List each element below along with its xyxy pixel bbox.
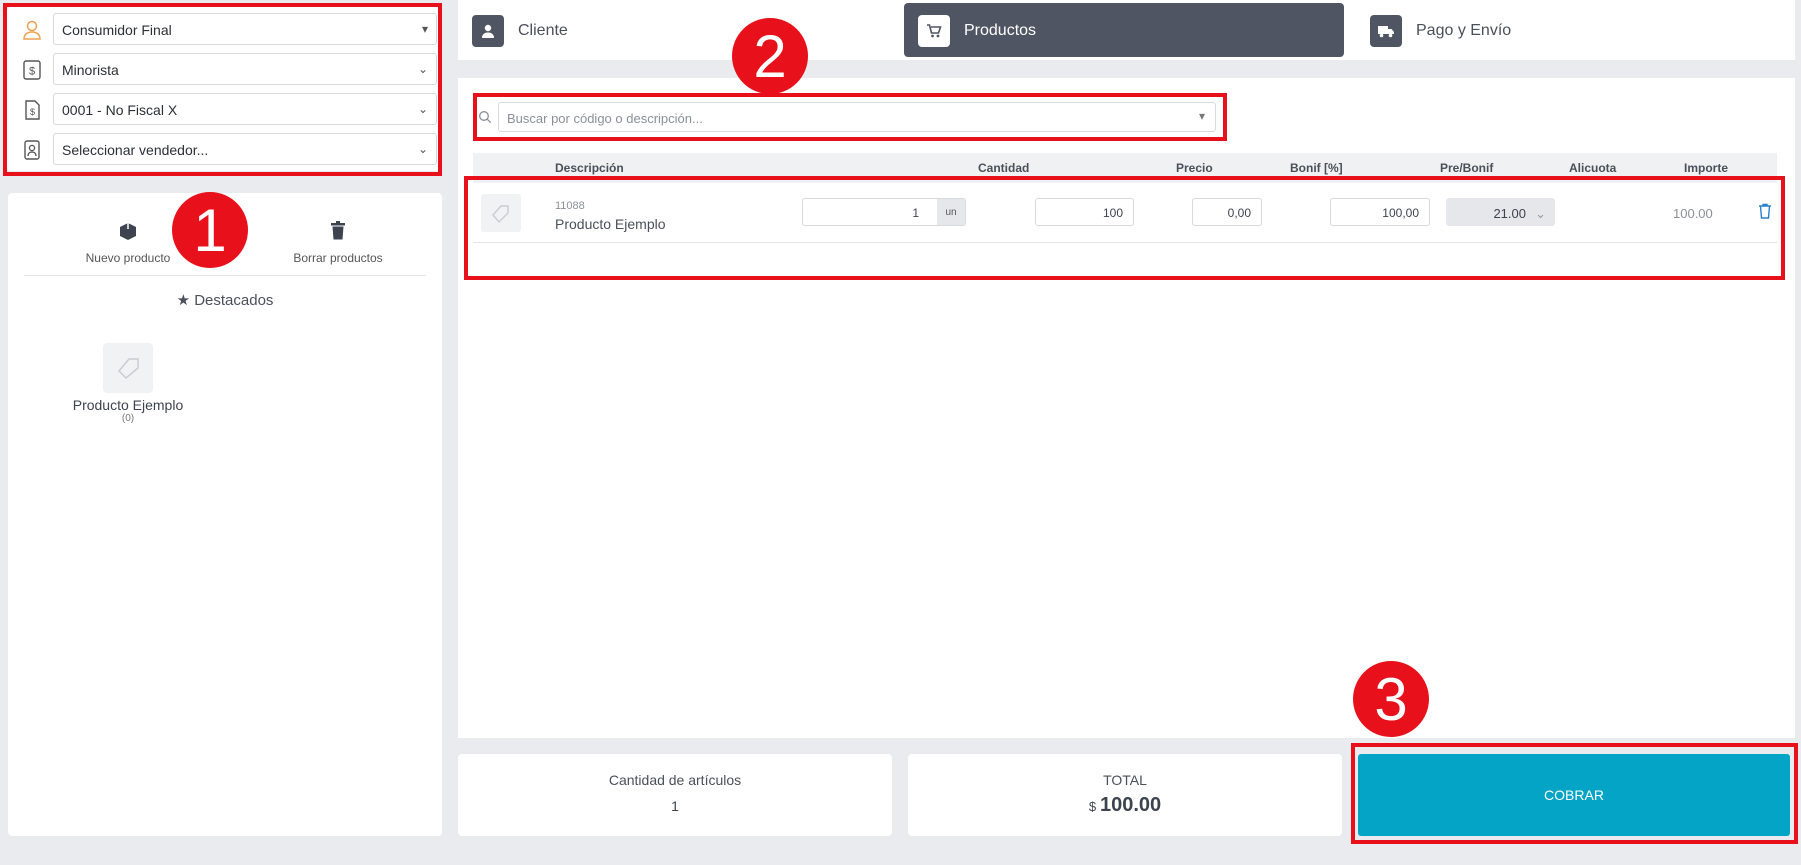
annotation-badge-2: 2 bbox=[732, 18, 808, 94]
product-tools-panel: Nuevo producto Borrar productos ★ Destac… bbox=[8, 193, 442, 836]
tab-pago-envio-label: Pago y Envío bbox=[1416, 22, 1512, 39]
trash-icon bbox=[278, 219, 398, 247]
divider bbox=[24, 275, 426, 276]
items-count-card: Cantidad de artículos 1 bbox=[458, 754, 892, 836]
annotation-box-1 bbox=[3, 3, 442, 176]
annotation-badge-3: 3 bbox=[1353, 661, 1429, 737]
delete-products-label: Borrar productos bbox=[293, 251, 383, 265]
featured-title: Destacados bbox=[194, 292, 274, 309]
star-icon: ★ bbox=[176, 292, 191, 309]
truck-icon bbox=[1370, 15, 1402, 47]
currency-symbol: $ bbox=[1088, 799, 1097, 814]
featured-product-count: (0) bbox=[121, 413, 135, 424]
box-add-icon bbox=[68, 219, 188, 247]
header-bonif: Bonif [%] bbox=[1290, 161, 1343, 175]
tab-cliente[interactable]: Cliente bbox=[458, 3, 898, 57]
user-icon bbox=[472, 15, 504, 47]
new-product-button[interactable]: Nuevo producto bbox=[68, 219, 188, 265]
featured-header: ★ Destacados bbox=[8, 291, 442, 309]
items-count-value: 1 bbox=[671, 798, 679, 814]
delete-products-button[interactable]: Borrar productos bbox=[278, 219, 398, 265]
step-tabs: Cliente Productos Pago y Envío bbox=[458, 0, 1795, 60]
header-importe: Importe bbox=[1684, 161, 1729, 175]
header-precio: Precio bbox=[1176, 161, 1213, 175]
items-count-label: Cantidad de artículos bbox=[608, 772, 742, 788]
cart-icon bbox=[918, 15, 950, 47]
featured-product-name: Producto Ejemplo bbox=[72, 397, 184, 413]
header-descripcion: Descripción bbox=[555, 161, 624, 175]
total-amount: $ 100.00 bbox=[908, 794, 1342, 817]
header-alicuota: Alicuota bbox=[1569, 161, 1617, 175]
total-label: TOTAL bbox=[1103, 772, 1147, 788]
annotation-badge-1: 1 bbox=[172, 192, 248, 268]
tag-icon bbox=[103, 343, 153, 393]
annotation-box-row bbox=[464, 176, 1785, 280]
new-product-label: Nuevo producto bbox=[85, 251, 171, 265]
featured-product-item[interactable]: Producto Ejemplo (0) bbox=[58, 343, 198, 424]
header-pre-bonif: Pre/Bonif bbox=[1440, 161, 1494, 175]
tab-pago-envio[interactable]: Pago y Envío bbox=[1356, 3, 1786, 57]
header-cantidad: Cantidad bbox=[978, 161, 1030, 175]
total-card: TOTAL $ 100.00 bbox=[908, 754, 1342, 836]
annotation-box-2 bbox=[473, 93, 1227, 141]
total-value: 100.00 bbox=[1099, 794, 1162, 816]
annotation-box-3 bbox=[1351, 743, 1798, 844]
tab-productos[interactable]: Productos bbox=[904, 3, 1344, 57]
tab-cliente-label: Cliente bbox=[518, 22, 568, 39]
tab-productos-label: Productos bbox=[964, 22, 1037, 39]
